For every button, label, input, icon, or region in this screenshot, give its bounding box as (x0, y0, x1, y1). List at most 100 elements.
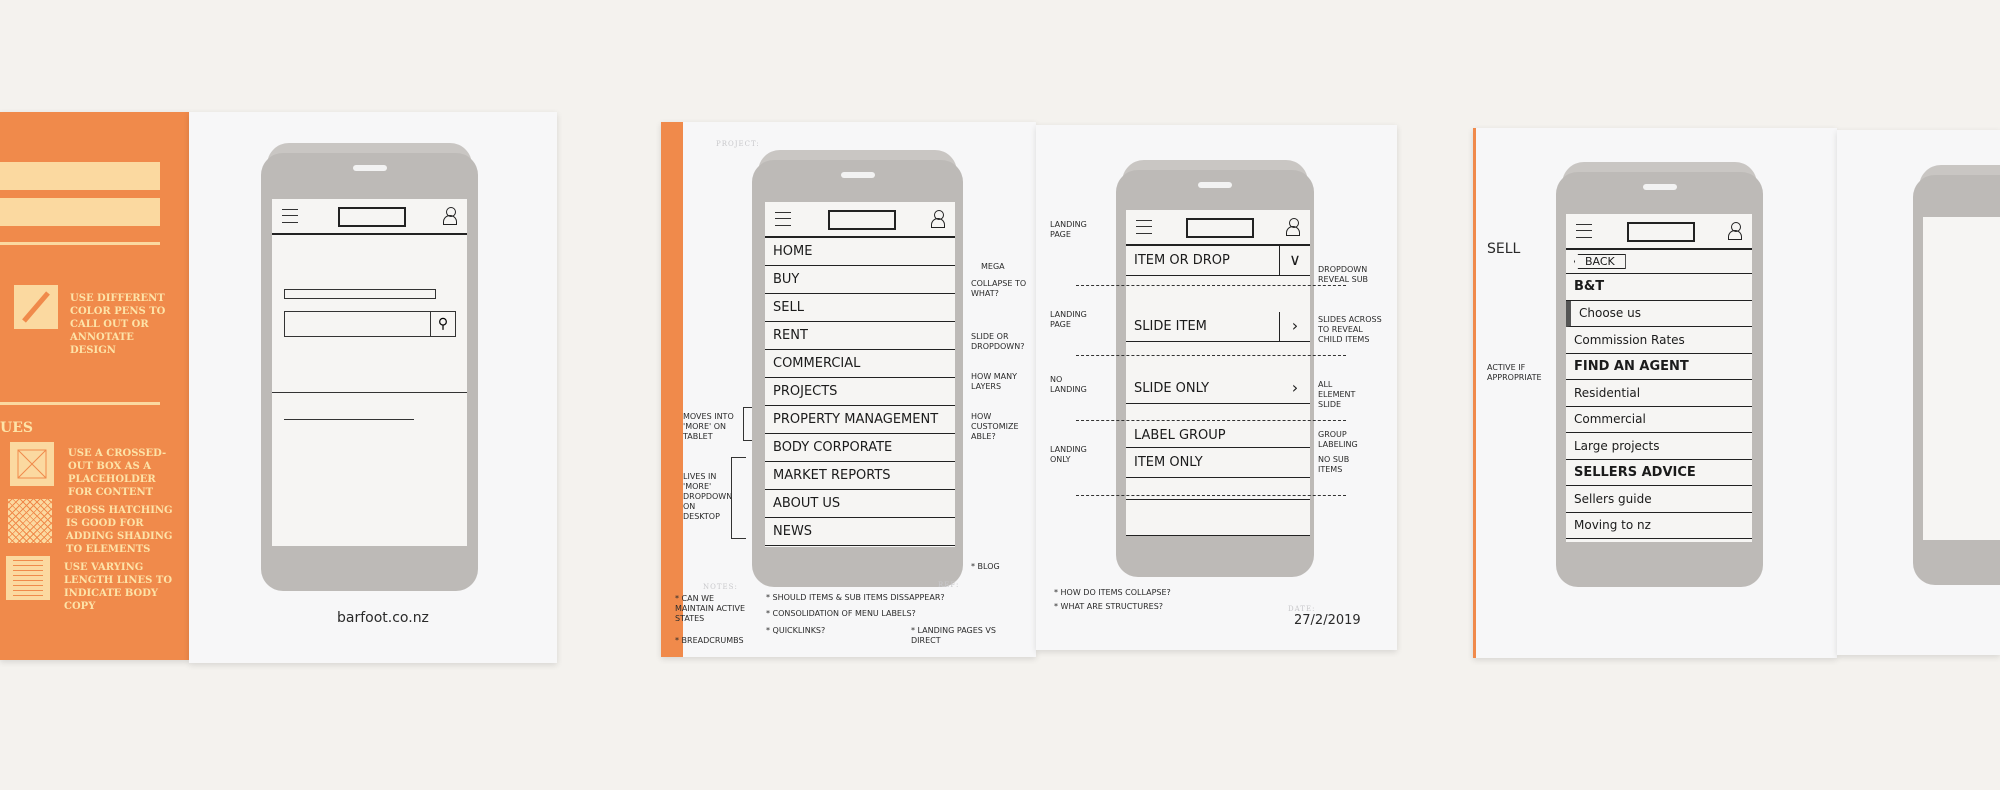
divider (1076, 285, 1346, 286)
tab-placeholders (284, 289, 436, 299)
note: * CAN WE MAINTAIN ACTIVE STATES (675, 594, 746, 623)
bracket (743, 407, 752, 441)
user-icon (1286, 218, 1300, 236)
crossed-box-icon (10, 442, 54, 486)
app-header (272, 199, 467, 235)
hamburger-icon (1136, 220, 1152, 234)
annotation: SLIDE OR DROPDOWN? (971, 332, 1025, 351)
menu-item[interactable]: PROJECTS (765, 378, 955, 406)
menu-item[interactable]: Large projects (1566, 433, 1752, 460)
annotation: SLIDES ACROSS TO REVEAL CHILD ITEMS (1318, 315, 1382, 344)
menu-item[interactable]: BACK (1566, 250, 1752, 274)
menu-item[interactable]: PROPERTY MANAGEMENT (765, 406, 955, 434)
speaker (1198, 182, 1232, 188)
menu-item[interactable]: SLIDE ITEM › (1126, 312, 1310, 342)
menu-item[interactable]: Commission Rates (1566, 327, 1752, 354)
annotation: ACTIVE IF APPROPRIATE (1487, 363, 1542, 382)
tip-text: USE DIFFERENT COLOR PENS TO CALL OUT OR … (70, 293, 166, 356)
annotation: NO LANDING (1050, 375, 1087, 394)
back-button[interactable]: BACK (1574, 254, 1626, 269)
note: * CONSOLIDATION OF MENU LABELS? (766, 609, 916, 618)
divider (1076, 355, 1346, 356)
orange-edge (661, 122, 683, 657)
annotation: LANDING ONLY (1050, 445, 1087, 464)
menu-item[interactable]: Moving to nz (1566, 513, 1752, 539)
speaker (840, 172, 875, 178)
chevron-right-icon: › (1291, 378, 1299, 397)
search-box: ⚲ (284, 311, 456, 337)
printed-label: PROJECT: (716, 140, 760, 148)
user-icon (931, 210, 945, 228)
search-icon: ⚲ (430, 312, 455, 336)
book2-right-page: ITEM OR DROP ∨ SLIDE ITEM › SLIDE ONLY › LABEL… (1036, 125, 1397, 650)
sell-label: SELL (1487, 241, 1521, 257)
menu-item[interactable]: Commercial (1566, 407, 1752, 433)
section-heading-partial: UES (0, 420, 33, 436)
menu-item[interactable]: NEWS (765, 518, 955, 546)
annotation: LANDING PAGE (1050, 220, 1087, 239)
orange-edge (1473, 128, 1476, 658)
annotation: MOVES INTO 'MORE' ON TABLET (683, 412, 734, 441)
divider (1076, 420, 1346, 421)
annotation: LIVES IN 'MORE' DROPDOWN ON DESKTOP (683, 472, 733, 521)
menu-item-active[interactable]: Choose us (1566, 300, 1752, 327)
bracket (731, 457, 746, 539)
menu-item[interactable]: RENT (765, 322, 955, 350)
menu-item[interactable]: LABEL GROUP (1126, 424, 1310, 448)
user-icon (443, 207, 457, 225)
menu-group-heading[interactable]: B&T (1566, 274, 1752, 301)
menu-item[interactable]: ITEM OR DROP ∨ (1126, 246, 1310, 276)
menu-item[interactable]: Sellers guide (1566, 486, 1752, 513)
chevron-right-icon: › (1279, 312, 1310, 341)
menu-item[interactable]: MARKET REPORTS (765, 462, 955, 490)
printed-label-notes: NOTES: (703, 583, 738, 591)
app-header (765, 202, 955, 238)
text-lines-icon (6, 556, 50, 600)
book1-sketch-page: ⚲ barfoot.co.nz (189, 112, 557, 663)
annotation: COLLAPSE TO WHAT? (971, 279, 1027, 298)
menu-item[interactable]: BUY (765, 266, 955, 294)
phone-screen: ⚲ (272, 199, 467, 546)
annotation: DROPDOWN REVEAL SUB (1318, 265, 1369, 284)
menu-item[interactable]: BODY CORPORATE (765, 434, 955, 462)
logo-placeholder (1627, 222, 1695, 242)
menu-group-heading[interactable]: FIND AN AGENT (1566, 354, 1752, 380)
speaker (352, 165, 387, 171)
menu-item[interactable] (1126, 516, 1310, 536)
book1-orange-page: USE DIFFERENT COLOR PENS TO CALL OUT OR … (0, 112, 189, 660)
note: * SHOULD ITEMS & SUB ITEMS DISSAPPEAR? (766, 593, 945, 602)
phone-wireframe: ⚲ (261, 143, 478, 591)
menu-item[interactable]: HOME (765, 238, 955, 266)
menu-group-heading[interactable]: SELLERS ADVICE (1566, 460, 1752, 486)
phone-wireframe: ITEM OR DROP ∨ SLIDE ITEM › SLIDE ONLY › LABEL… (1116, 160, 1314, 577)
hamburger-icon (1576, 224, 1592, 238)
tip-text: USE A CROSSED-OUT BOX AS A PLACEHOLDER F… (68, 448, 167, 498)
menu-item[interactable] (1126, 480, 1310, 500)
annotation: ALL ELEMENT SLIDE (1318, 380, 1356, 409)
menu-item[interactable]: ABOUT US (765, 490, 955, 518)
phone-wireframe-partial (1913, 165, 2000, 585)
phone-screen: BACK B&T Choose us Commission Rates FIND AN … (1566, 214, 1752, 542)
menu-item[interactable]: SELL (765, 294, 955, 322)
phone-wireframe: BACK B&T Choose us Commission Rates FIND AN … (1556, 162, 1763, 587)
note: * QUICKLINKS? (766, 626, 826, 635)
printed-label: DATE: (1288, 605, 1316, 613)
annotation: MEGA (981, 262, 1005, 271)
menu-item[interactable]: Residential (1566, 380, 1752, 407)
annotation: HOW CUSTOMIZE ABLE? (971, 412, 1019, 441)
note: * HOW DO ITEMS COLLAPSE? (1054, 588, 1171, 597)
menu-item[interactable]: SLIDE ONLY › (1126, 374, 1310, 404)
user-icon (1728, 222, 1742, 240)
phone-wireframe: HOME BUY SELL RENT COMMERCIAL PROJECTS PROPERT… (752, 150, 963, 587)
note: * BREADCRUMBS (675, 636, 744, 645)
printed-label-ref: REF: (938, 581, 960, 589)
tip-text: CROSS HATCHING IS GOOD FOR ADDING SHADIN… (66, 505, 173, 555)
menu-item[interactable]: ITEM ONLY (1126, 448, 1310, 478)
logo-placeholder (828, 210, 896, 230)
app-header (1126, 210, 1310, 246)
note: * LANDING PAGES VS DIRECT (911, 626, 996, 645)
note: * WHAT ARE STRUCTURES? (1054, 602, 1164, 611)
cream-bar (0, 162, 160, 190)
menu-item[interactable]: COMMERCIAL (765, 350, 955, 378)
divider (1076, 495, 1346, 496)
